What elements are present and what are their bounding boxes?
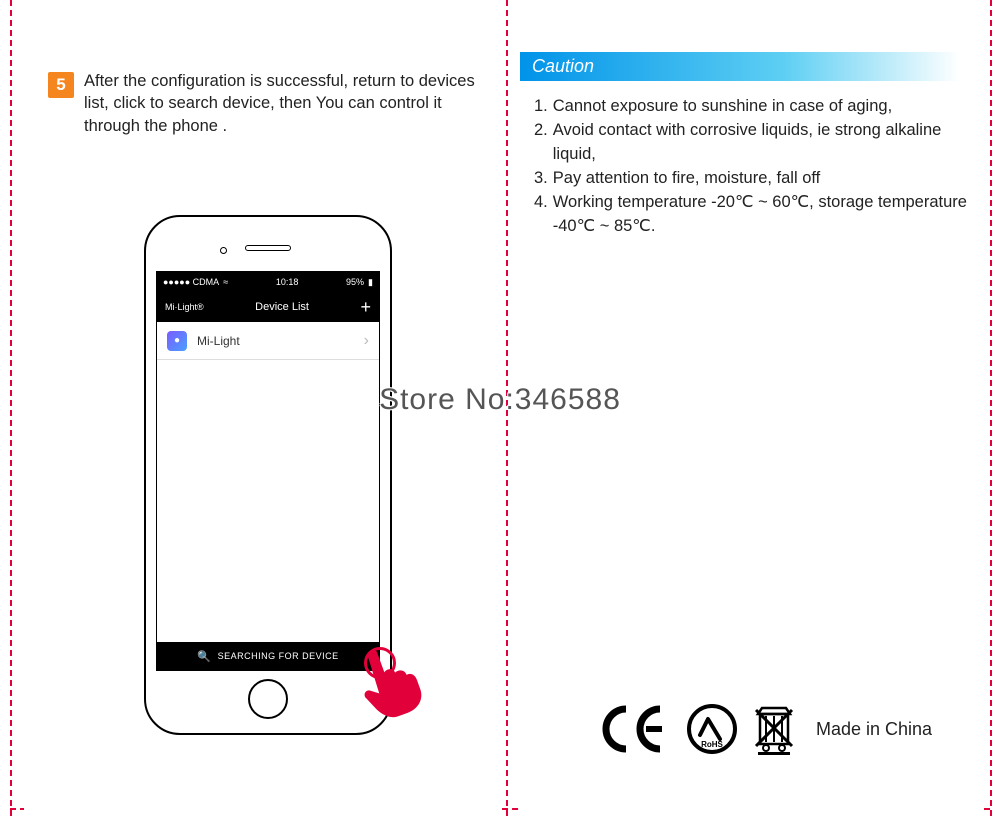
screen-body: [157, 360, 379, 642]
caution-number: 3.: [534, 167, 548, 191]
search-icon: 🔍: [197, 650, 211, 663]
caution-item: 1. Cannot exposure to sunshine in case o…: [534, 95, 970, 119]
status-bar: ●●●●● CDMA ≈ 10:18 95% ▮: [157, 272, 379, 292]
svg-text:RoHS: RoHS: [701, 740, 723, 749]
caution-text: Pay attention to fire, moisture, fall of…: [553, 167, 821, 191]
phone-illustration: ●●●●● CDMA ≈ 10:18 95% ▮ Mi·Light® Devic…: [144, 215, 392, 735]
battery-percent: 95%: [346, 277, 364, 287]
fold-line-left: [10, 0, 12, 816]
app-brand: Mi·Light®: [165, 302, 204, 312]
certification-row: RoHS Made in China: [602, 702, 970, 756]
battery-icon: ▮: [368, 277, 373, 288]
fold-line-middle: [506, 0, 508, 816]
caution-number: 2.: [534, 119, 548, 167]
device-list-item[interactable]: ● Mi-Light ›: [157, 322, 379, 360]
fold-line-right: [990, 0, 992, 816]
ce-mark-icon: [602, 705, 672, 753]
step-instruction-text: After the configuration is successful, r…: [84, 70, 482, 137]
nav-title: Device List: [255, 301, 309, 313]
caution-list: 1. Cannot exposure to sunshine in case o…: [520, 91, 980, 239]
caution-item: 4. Working temperature -20℃ ~ 60℃, stora…: [534, 191, 970, 239]
caution-number: 4.: [534, 191, 548, 239]
weee-bin-icon: [752, 702, 796, 756]
status-time: 10:18: [276, 277, 299, 287]
caution-heading: Caution: [520, 52, 960, 81]
phone-screen: ●●●●● CDMA ≈ 10:18 95% ▮ Mi·Light® Devic…: [156, 271, 380, 671]
rohs-mark-icon: RoHS: [686, 703, 738, 755]
caution-item: 2. Avoid contact with corrosive liquids,…: [534, 119, 970, 167]
caution-item: 3. Pay attention to fire, moisture, fall…: [534, 167, 970, 191]
nav-bar: Mi·Light® Device List +: [157, 292, 379, 322]
add-device-button[interactable]: +: [360, 297, 371, 318]
search-label: SEARCHING FOR DEVICE: [218, 651, 339, 661]
wifi-icon: ≈: [223, 277, 228, 287]
caution-number: 1.: [534, 95, 548, 119]
manual-page-caution: Caution 1. Cannot exposure to sunshine i…: [520, 0, 980, 816]
carrier-label: ●●●●● CDMA: [163, 277, 219, 287]
caution-text: Cannot exposure to sunshine in case of a…: [553, 95, 892, 119]
phone-camera-icon: [220, 247, 227, 254]
made-in-label: Made in China: [816, 719, 932, 740]
caution-text: Working temperature -20℃ ~ 60℃, storage …: [553, 191, 970, 239]
step-number-badge: 5: [48, 72, 74, 98]
caution-text: Avoid contact with corrosive liquids, ie…: [553, 119, 970, 167]
manual-page-step5: 5 After the configuration is successful,…: [24, 0, 500, 816]
phone-speaker-icon: [245, 245, 291, 251]
device-name-label: Mi-Light: [197, 334, 240, 348]
device-app-icon: ●: [167, 331, 187, 351]
home-button-icon: [248, 679, 288, 719]
chevron-right-icon: ›: [364, 332, 369, 350]
